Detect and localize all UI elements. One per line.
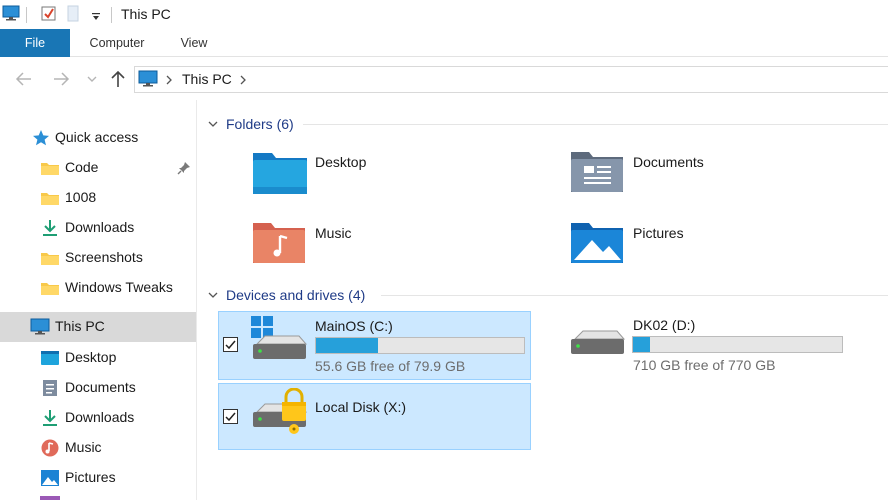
sidebar-item-this-pc[interactable]: This PC [0, 312, 196, 342]
folder-name: Pictures [633, 225, 684, 241]
folder-tile-documents[interactable]: Documents [558, 143, 858, 203]
folder-name: Documents [633, 154, 704, 170]
music-folder-icon [252, 220, 306, 269]
music-icon [40, 439, 60, 462]
sidebar-item-desktop[interactable]: Desktop [0, 343, 196, 373]
pictures-icon [40, 469, 60, 492]
this-pc-icon [2, 5, 20, 26]
breadcrumb-chevron-icon[interactable] [165, 73, 173, 91]
folder-name: Desktop [315, 154, 367, 170]
forward-arrow-icon[interactable] [50, 68, 72, 90]
up-arrow-icon[interactable] [107, 68, 129, 90]
chevron-down-icon [207, 288, 219, 304]
sidebar-item-label: Windows Tweaks [65, 279, 173, 295]
videos-icon [40, 496, 60, 500]
sidebar-item-music[interactable]: Music [0, 433, 196, 463]
folder-icon [40, 160, 60, 181]
chevron-down-icon [207, 117, 219, 133]
sidebar-item-label: Pictures [65, 469, 116, 485]
documents-folder-icon [570, 149, 624, 198]
drive-free-space: 55.6 GB free of 79.9 GB [315, 358, 466, 374]
breadcrumb-this-pc[interactable]: This PC [182, 71, 232, 87]
sidebar-item-pictures[interactable]: Pictures [0, 463, 196, 493]
drive-tile-dk02-d[interactable]: DK02 (D:) 710 GB free of 770 GB [537, 311, 857, 380]
recent-locations-chevron-icon[interactable] [84, 68, 100, 90]
drive-tile-local-disk-x[interactable]: Local Disk (X:) [218, 383, 531, 450]
folder-icon [40, 250, 60, 271]
sidebar-item-label: Quick access [55, 129, 139, 145]
sidebar-item-screenshots[interactable]: Screenshots [0, 243, 196, 273]
selection-checkbox[interactable] [223, 409, 238, 424]
folder-tile-desktop[interactable]: Desktop [240, 143, 540, 203]
drive-name: DK02 (D:) [633, 317, 696, 333]
sidebar-item-1008[interactable]: 1008 [0, 183, 196, 213]
drive-free-space: 710 GB free of 770 GB [633, 357, 776, 373]
properties-icon[interactable] [40, 5, 57, 27]
tab-computer[interactable]: Computer [76, 29, 158, 57]
breadcrumb-chevron-icon[interactable] [239, 73, 247, 91]
drive-usage-bar [315, 337, 525, 354]
sidebar-item-label: Desktop [65, 349, 117, 365]
sidebar-item-label: Documents [65, 379, 136, 395]
section-title: Devices and drives (4) [226, 287, 366, 303]
drive-usage-bar [632, 336, 843, 353]
sidebar-item-windows-tweaks[interactable]: Windows Tweaks [0, 273, 196, 303]
star-icon [32, 129, 50, 152]
folder-icon [40, 190, 60, 211]
sidebar-item-label: Downloads [65, 219, 135, 235]
selection-checkbox[interactable] [223, 337, 238, 352]
customize-toolbar-dropdown-icon[interactable] [91, 9, 101, 27]
windows-drive-icon [251, 316, 308, 367]
pictures-folder-icon [570, 220, 624, 269]
desktop-icon [40, 349, 60, 372]
download-icon [40, 219, 60, 242]
folder-name: Music [315, 225, 352, 241]
sidebar-item-quick-access[interactable]: Quick access [0, 123, 196, 153]
folder-tile-pictures[interactable]: Pictures [558, 214, 858, 274]
back-arrow-icon[interactable] [13, 68, 35, 90]
new-folder-icon[interactable] [67, 5, 79, 27]
drive-icon [569, 329, 626, 366]
sidebar-item-label: This PC [55, 318, 105, 334]
this-pc-icon [138, 70, 158, 93]
sidebar-item-documents[interactable]: Documents [0, 373, 196, 403]
sidebar-item-label: 1008 [65, 189, 97, 205]
folder-tile-music[interactable]: Music [240, 214, 540, 274]
pin-icon[interactable] [177, 161, 191, 180]
folder-icon [40, 280, 60, 301]
section-title: Folders (6) [226, 116, 294, 132]
sidebar-item-label: Code [65, 159, 99, 175]
drive-name: Local Disk (X:) [315, 399, 407, 415]
sidebar-item-label: Music [65, 439, 102, 455]
documents-icon [42, 379, 58, 402]
desktop-folder-icon [252, 149, 308, 200]
drive-tile-mainos-c[interactable]: MainOS (C:) 55.6 GB free of 79.9 GB [218, 311, 531, 380]
drive-name: MainOS (C:) [315, 318, 393, 334]
address-bar[interactable]: This PC [134, 66, 888, 93]
locked-drive-icon [251, 387, 309, 441]
tab-file[interactable]: File [0, 29, 70, 57]
this-pc-icon [30, 318, 50, 341]
title-bar: This PC [0, 0, 888, 29]
ribbon-tabs: File Computer View [0, 29, 888, 57]
window-title: This PC [121, 6, 171, 22]
download-icon [40, 409, 60, 432]
sidebar-item-downloads-pc[interactable]: Downloads [0, 403, 196, 433]
sidebar-item-label: Screenshots [65, 249, 143, 265]
drive-usage-fill [633, 337, 650, 352]
tab-view[interactable]: View [168, 29, 220, 57]
sidebar-item-code[interactable]: Code [0, 153, 196, 183]
navigation-pane: Quick access Code 1008 Downloads Screens… [0, 100, 197, 500]
sidebar-item-downloads[interactable]: Downloads [0, 213, 196, 243]
sidebar-item-label: Downloads [65, 409, 135, 425]
drive-usage-fill [316, 338, 379, 353]
